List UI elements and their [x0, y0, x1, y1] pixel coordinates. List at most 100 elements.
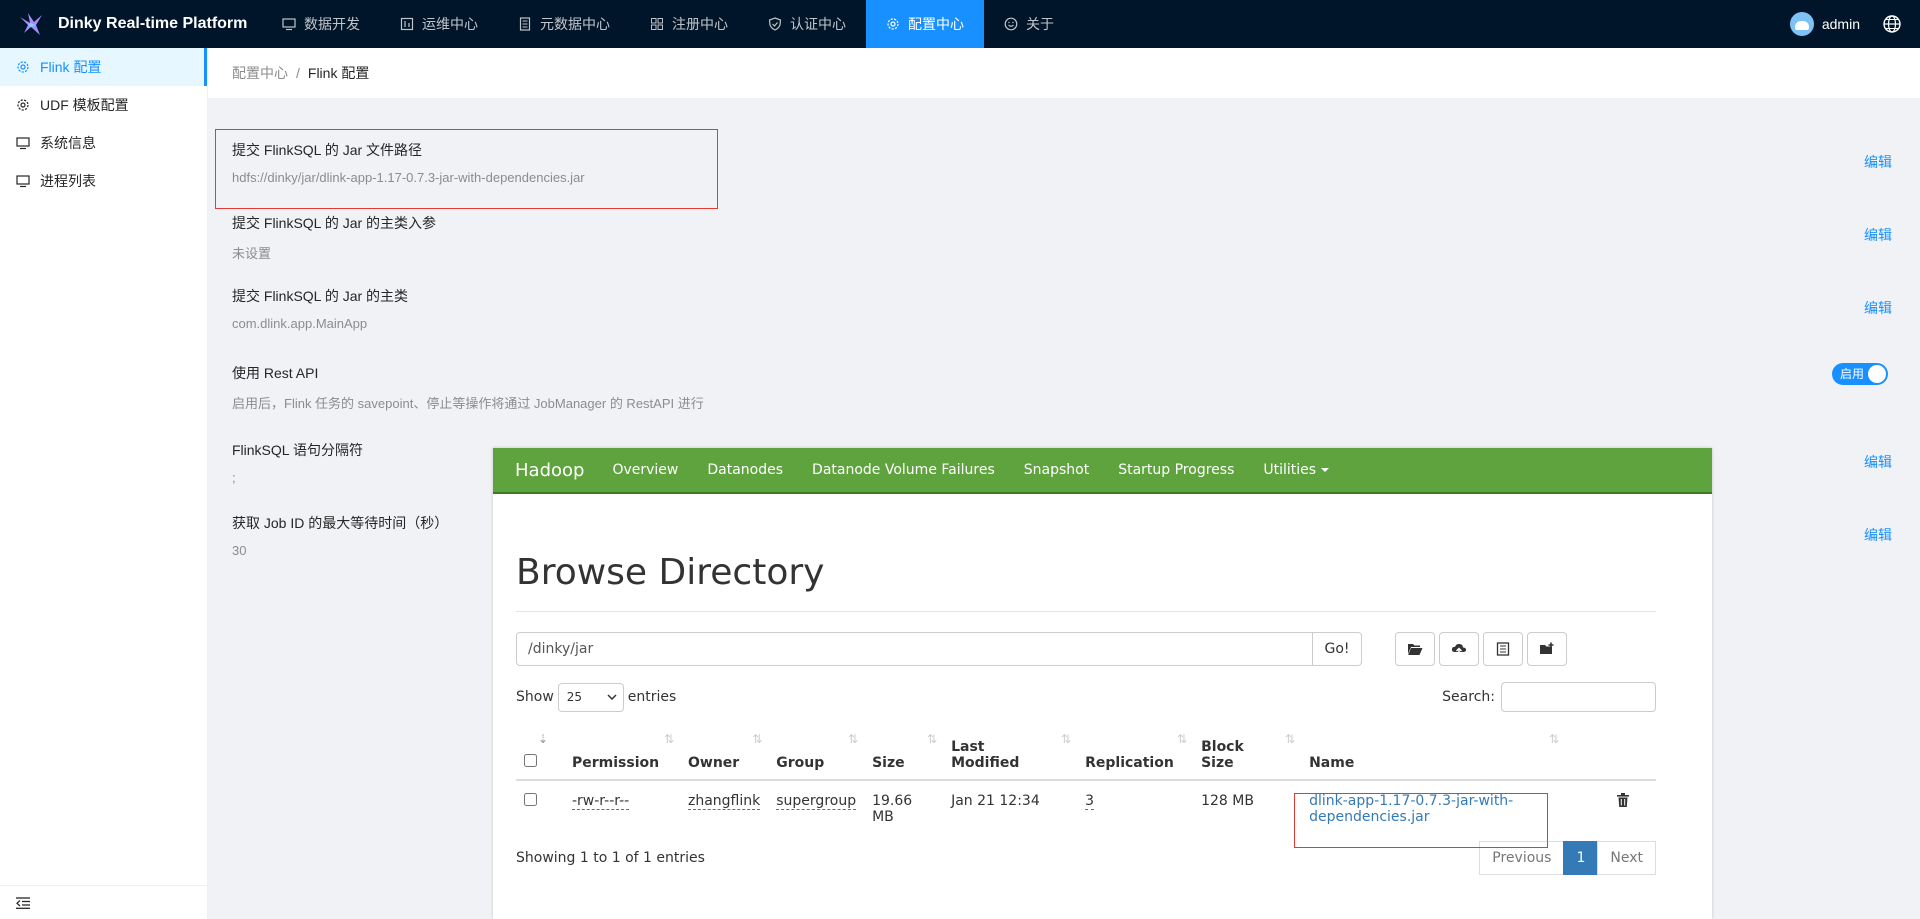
cell-group[interactable]: supergroup	[768, 780, 864, 833]
page-size-select[interactable]: 25	[557, 682, 624, 712]
folder-plus-icon	[1540, 642, 1554, 654]
hadoop-nav-snapshot[interactable]: Snapshot	[1024, 462, 1089, 478]
list-view-button[interactable]	[1483, 632, 1523, 666]
cell-owner[interactable]: zhangflink	[680, 780, 768, 833]
dashboard-icon	[400, 17, 414, 31]
column-header-permission[interactable]: Permission ⇅	[564, 726, 680, 781]
sort-icon: ⇅	[752, 732, 763, 746]
nav-item-label: 关于	[1026, 16, 1054, 32]
setting-use-rest-api: 使用 Rest API 启用后，Flink 任务的 savepoint、停止等操…	[232, 363, 1892, 412]
cell-size: 19.66 MB	[872, 793, 913, 825]
sidebar-item-label: UDF 模板配置	[40, 97, 129, 113]
page-title: Browse Directory	[516, 552, 1656, 612]
nav-item-auth-center[interactable]: 认证中心	[748, 0, 866, 48]
sort-icon: ⇅	[927, 732, 938, 746]
nav-item-metadata-center[interactable]: 元数据中心	[498, 0, 630, 48]
hadoop-nav-overview[interactable]: Overview	[612, 462, 678, 478]
hadoop-navbar: Hadoop Overview Datanodes Datanode Volum…	[493, 448, 1712, 494]
sort-asc-icon[interactable]: ⇣	[538, 732, 548, 746]
app-title: Dinky Real-time Platform	[58, 15, 248, 32]
nav-item-label: 元数据中心	[540, 16, 610, 32]
upload-button[interactable]	[1439, 632, 1479, 666]
desktop-icon	[16, 137, 30, 150]
gear-icon	[17, 61, 29, 73]
globe-icon[interactable]	[1882, 14, 1902, 34]
sort-icon: ⇅	[1549, 732, 1560, 746]
folder-open-icon	[1408, 644, 1423, 655]
setting-title: 提交 FlinkSQL 的 Jar 的主类	[232, 288, 409, 304]
open-folder-button[interactable]	[1395, 632, 1435, 666]
sort-icon: ⇅	[1061, 732, 1072, 746]
hadoop-nav-startup-progress[interactable]: Startup Progress	[1118, 462, 1234, 478]
column-header-name[interactable]: Name ⇅	[1301, 726, 1610, 781]
caret-down-icon	[1321, 468, 1330, 472]
next-page-button[interactable]: Next	[1597, 841, 1656, 875]
hadoop-brand[interactable]: Hadoop	[515, 460, 584, 481]
page-1-button[interactable]: 1	[1563, 841, 1599, 875]
actions-header	[1609, 726, 1656, 781]
app-logo[interactable]: Dinky Real-time Platform	[0, 0, 262, 48]
shield-icon	[768, 17, 782, 31]
search-label: Search:	[1442, 689, 1495, 705]
edit-link[interactable]: 编辑	[1864, 225, 1892, 245]
column-header-block-size[interactable]: Block Size ⇅	[1193, 726, 1302, 781]
breadcrumb-parent[interactable]: 配置中心	[232, 63, 288, 83]
page-size-value: 25	[566, 690, 583, 704]
sidebar-collapse-button[interactable]	[0, 885, 207, 919]
cell-actions	[1609, 780, 1656, 833]
search-input[interactable]	[1501, 682, 1656, 712]
setting-jar-main-class: 提交 FlinkSQL 的 Jar 的主类 com.dlink.app.Main…	[232, 286, 1892, 331]
sidebar-item-udf-template[interactable]: UDF 模板配置	[0, 86, 207, 124]
edit-link[interactable]: 编辑	[1864, 298, 1892, 318]
show-label: Show	[516, 689, 554, 705]
directory-path-input[interactable]: /dinky/jar	[516, 632, 1313, 666]
sidebar-item-flink-config[interactable]: Flink 配置	[0, 48, 207, 86]
user-name: admin	[1821, 16, 1860, 32]
sidebar-item-system-info[interactable]: 系统信息	[0, 124, 207, 162]
sidebar-item-process-list[interactable]: 进程列表	[0, 162, 207, 200]
sort-icon: ⇅	[663, 732, 674, 746]
select-all-header: ⇣	[516, 726, 564, 781]
nav-item-data-dev[interactable]: 数据开发	[262, 0, 380, 48]
nav-item-config-center[interactable]: 配置中心	[866, 0, 984, 48]
cell-last-modified: Jan 21 12:34	[951, 793, 1040, 809]
column-header-group[interactable]: Group ⇅	[768, 726, 865, 781]
highlight-box	[1294, 793, 1548, 848]
database-icon	[519, 17, 531, 31]
nav-item-registry-center[interactable]: 注册中心	[630, 0, 748, 48]
sort-icon: ⇅	[848, 732, 859, 746]
row-checkbox[interactable]	[524, 793, 537, 806]
gear-icon	[887, 18, 899, 30]
nav-item-label: 数据开发	[304, 16, 360, 32]
hadoop-nav-utilities[interactable]: Utilities	[1263, 462, 1330, 478]
rest-api-toggle[interactable]: 启用	[1832, 363, 1888, 385]
breadcrumb-current: Flink 配置	[307, 65, 370, 81]
nav-item-label: 运维中心	[422, 16, 478, 32]
desktop-icon	[16, 175, 30, 188]
sidebar: Flink 配置 UDF 模板配置 系统信息 进程列表	[0, 48, 208, 919]
cell-replication[interactable]: 3	[1077, 780, 1193, 833]
column-header-size[interactable]: Size ⇅	[864, 726, 944, 781]
go-button[interactable]: Go!	[1313, 632, 1362, 666]
sidebar-item-label: 进程列表	[40, 173, 96, 189]
column-header-last-modified[interactable]: Last Modified ⇅	[943, 726, 1078, 781]
nav-item-about[interactable]: 关于	[984, 0, 1074, 48]
smile-icon	[1004, 17, 1018, 31]
user-menu[interactable]: admin	[1766, 0, 1882, 48]
hadoop-nav-datanodes[interactable]: Datanodes	[707, 462, 783, 478]
nav-item-ops-center[interactable]: 运维中心	[380, 0, 498, 48]
column-header-replication[interactable]: Replication ⇅	[1077, 726, 1194, 781]
edit-link[interactable]: 编辑	[1864, 152, 1892, 172]
setting-value: com.dlink.app.MainApp	[232, 316, 368, 331]
trash-icon[interactable]	[1617, 793, 1630, 807]
cell-permission[interactable]: -rw-r--r--	[564, 780, 680, 833]
sort-icon: ⇅	[1177, 732, 1188, 746]
column-header-owner[interactable]: Owner ⇅	[680, 726, 769, 781]
select-all-checkbox[interactable]	[524, 754, 537, 767]
hadoop-nav-volume-failures[interactable]: Datanode Volume Failures	[812, 462, 995, 478]
setting-value: 启用后，Flink 任务的 savepoint、停止等操作将通过 JobMana…	[232, 396, 704, 411]
edit-link[interactable]: 编辑	[1864, 525, 1892, 545]
new-directory-button[interactable]	[1527, 632, 1567, 666]
sidebar-item-label: Flink 配置	[40, 59, 102, 75]
edit-link[interactable]: 编辑	[1864, 452, 1892, 472]
